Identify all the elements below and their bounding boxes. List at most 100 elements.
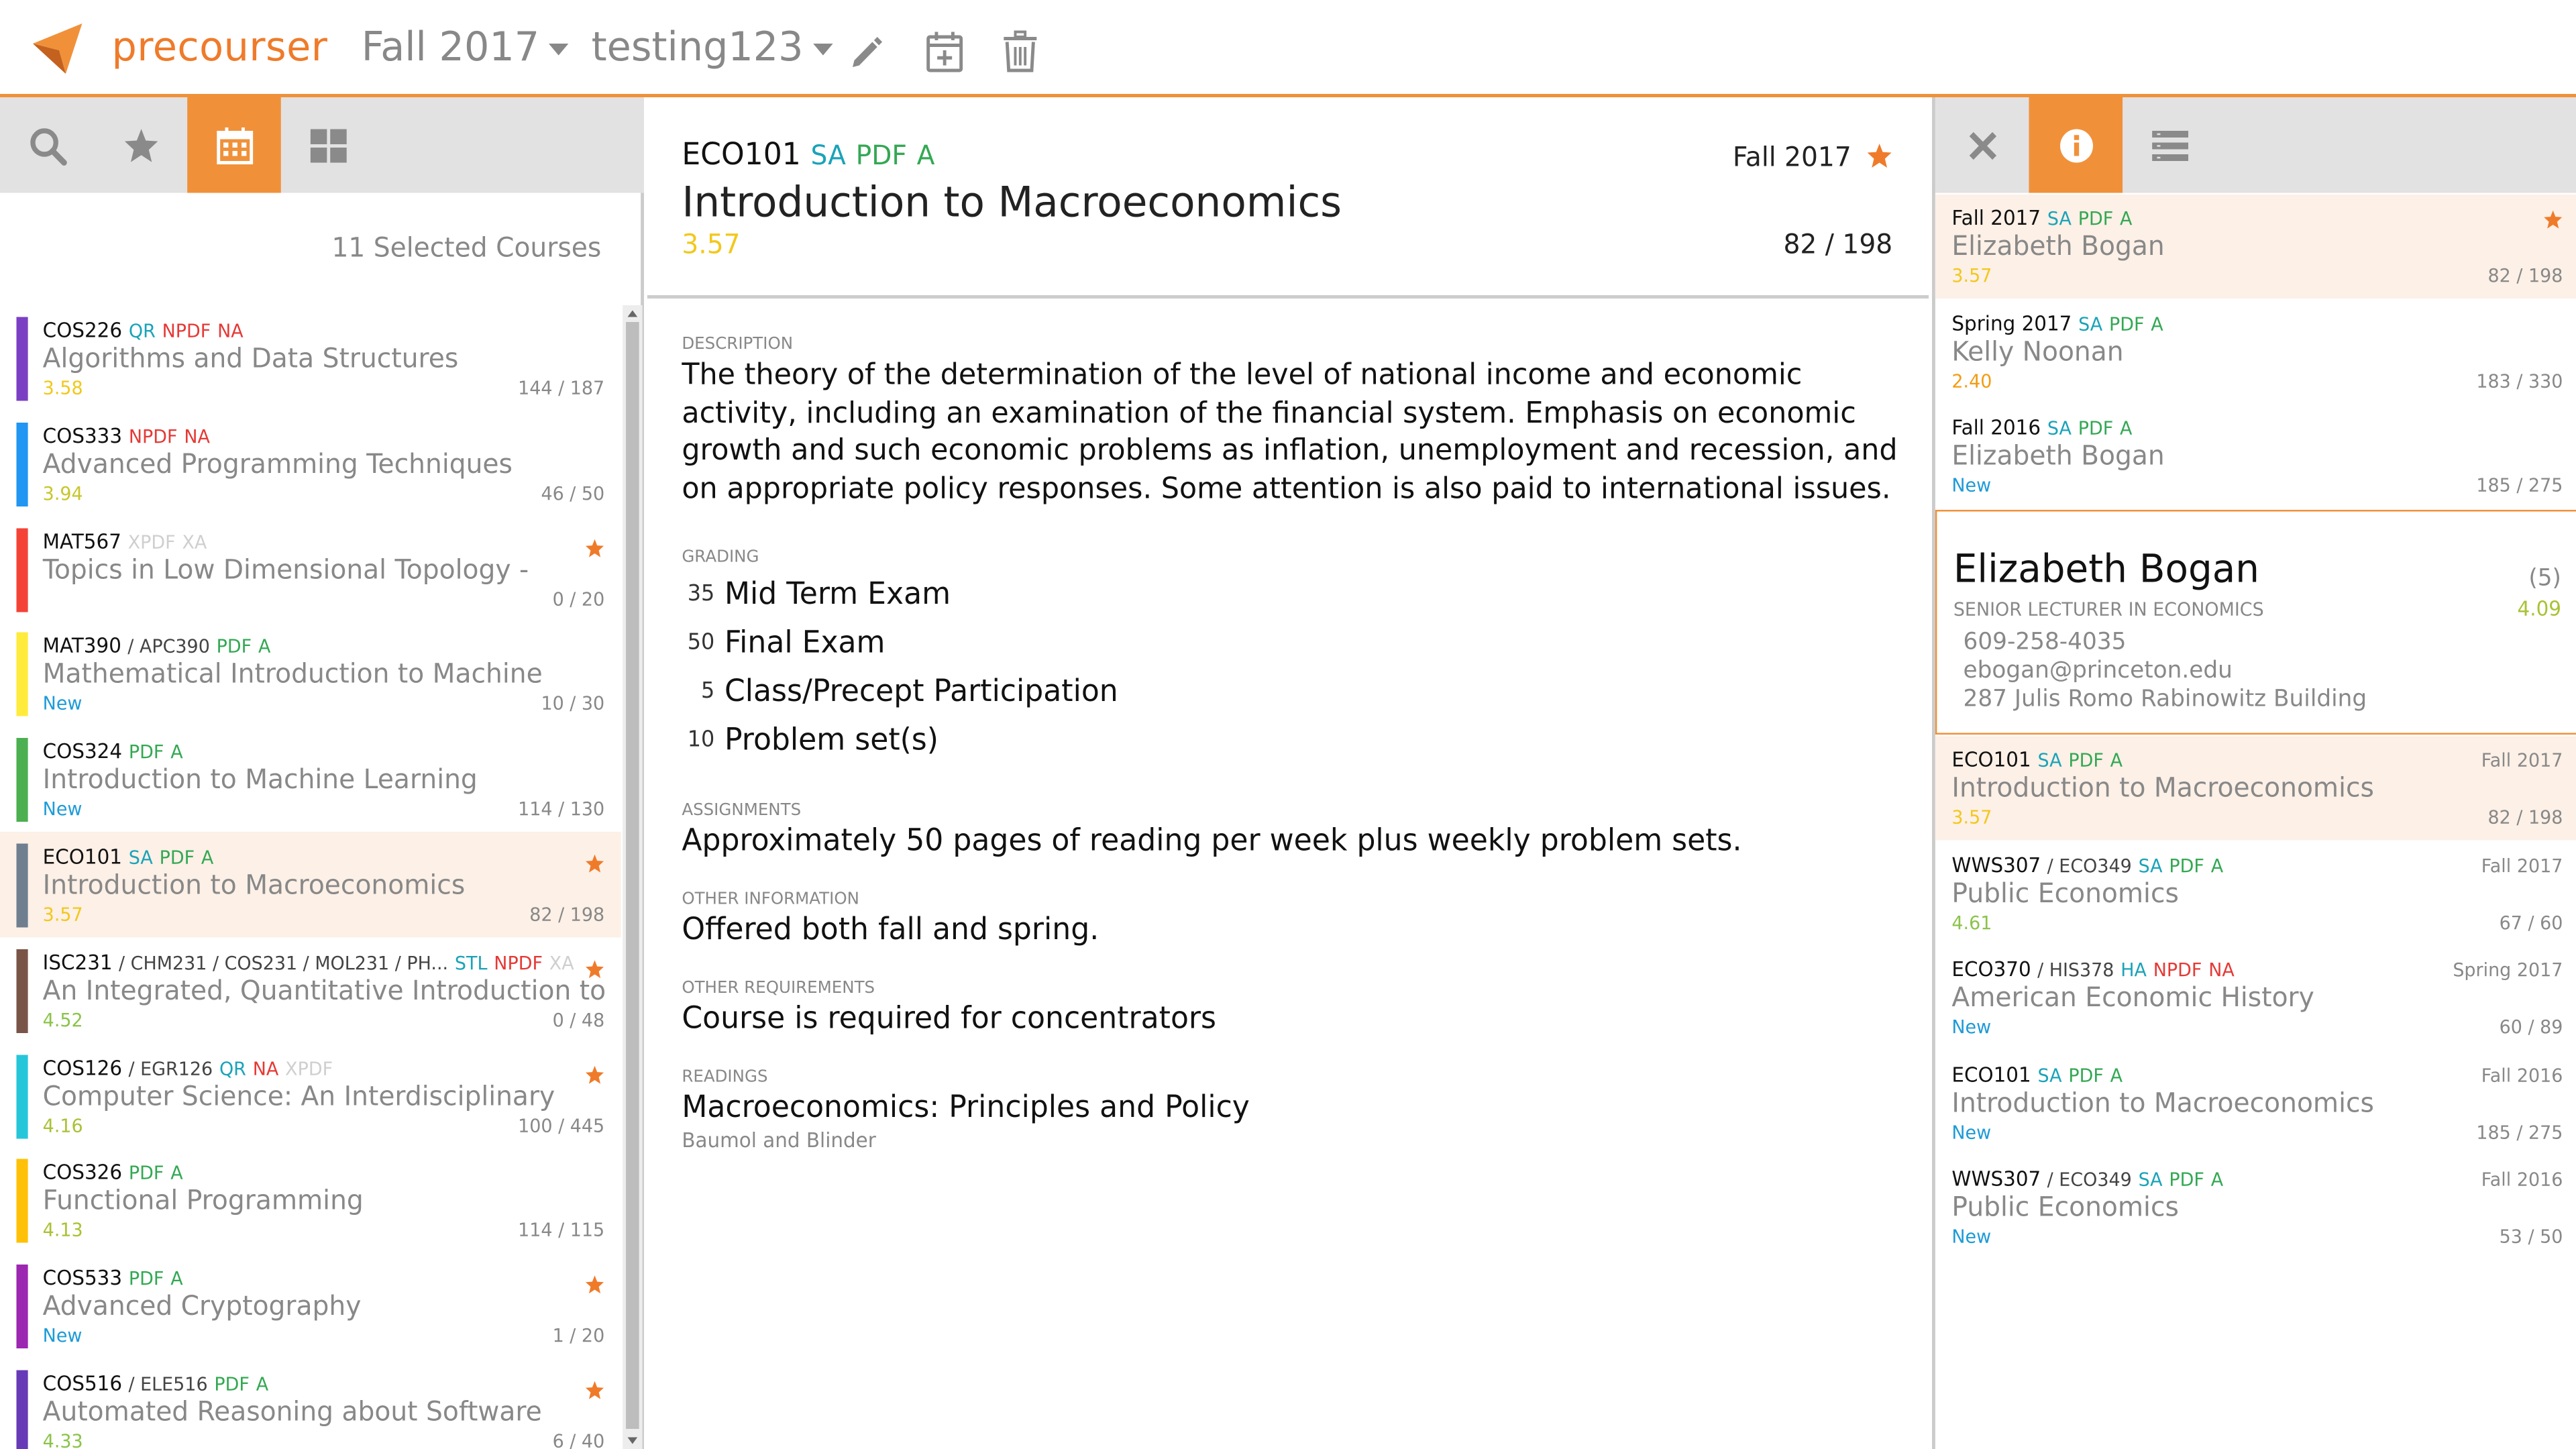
course-code-line: ECO101 SA PDF A — [43, 845, 214, 869]
star-icon[interactable] — [585, 1064, 604, 1084]
course-list-item[interactable]: COS326 PDF A Functional Programming 4.13 114 … — [0, 1148, 621, 1253]
course-code: COS516 — [42, 1371, 123, 1395]
tag-pdf: PDF — [216, 636, 252, 658]
course-list-item[interactable]: COS324 PDF A Introduction to Machine Learni… — [0, 727, 621, 832]
tag-a: A — [170, 1163, 183, 1185]
star-icon[interactable] — [585, 1380, 604, 1400]
instructor-course-item[interactable]: WWS307 / ECO349 SA PDF A Public Economics Fal… — [1935, 1156, 2576, 1260]
offering-enrollment: 183 / 330 — [2476, 370, 2563, 392]
course-title: Functional Programming — [42, 1184, 364, 1217]
right-tab-bar — [1935, 97, 2576, 193]
course-score: 3.57 — [42, 904, 83, 926]
tag-sa: SA — [2138, 1169, 2163, 1191]
tag-a: A — [170, 741, 183, 763]
course-enrollment: 0 / 20 — [552, 588, 605, 610]
past-offering-item[interactable]: Fall 2017 SA PDF A Elizabeth Bogan 3.57 82 / 1… — [1935, 195, 2576, 299]
scroll-down-icon[interactable] — [627, 1437, 638, 1444]
brand-name[interactable]: precourser — [112, 23, 328, 70]
course-title: Introduction to Machine Learning — [42, 763, 478, 796]
star-icon[interactable] — [585, 853, 604, 873]
tab-search[interactable] — [0, 97, 94, 193]
instructor-email[interactable]: ebogan@princeton.edu — [1964, 657, 2367, 686]
star-icon[interactable] — [585, 1275, 604, 1295]
selected-course-list: COS226 QR NPDF NA Algorithms and Data Struct… — [0, 305, 621, 1449]
course-semester: Fall 2017 — [2481, 749, 2563, 772]
course-list-item[interactable]: COS126 / EGR126 QR NA XPDF Computer Science:… — [0, 1042, 621, 1148]
tag-na: NA — [252, 1057, 279, 1079]
star-icon[interactable] — [2543, 210, 2563, 230]
instructor-course-item[interactable]: ECO370 / HIS378 HA NPDF NA American Economic… — [1935, 946, 2576, 1050]
close-button[interactable] — [1935, 97, 2029, 193]
grading-component: Problem set(s) — [724, 722, 938, 759]
course-score: 3.58 — [42, 377, 83, 400]
tab-list-view[interactable] — [2123, 97, 2216, 193]
course-code: ECO370 — [1951, 957, 2031, 981]
tag-sa: SA — [2037, 749, 2062, 772]
tag-sa: SA — [2078, 313, 2103, 335]
tag-qr: QR — [219, 1057, 246, 1079]
tag-xpdf: XPDF — [285, 1057, 333, 1079]
course-semester: Fall 2016 — [2481, 1064, 2563, 1086]
past-offering-item[interactable]: Spring 2017 SA PDF A Kelly Noonan 2.40 183 / 3… — [1935, 299, 2576, 403]
other-requirements-text: Course is required for concentrators — [682, 1001, 1217, 1037]
course-list-item[interactable]: ISC231 / CHM231 / COS231 / MOL231 / PH..… — [0, 937, 621, 1042]
course-code-line: COS324 PDF A — [43, 740, 183, 763]
grading-percent: 50 — [687, 631, 715, 656]
course-title: Mathematical Introduction to Machine — [42, 657, 543, 690]
course-list-item[interactable]: COS516 / ELE516 PDF A Automated Reasoning a… — [0, 1358, 621, 1449]
tag-pdf: PDF — [128, 741, 164, 763]
course-code-line: COS226 QR NPDF NA — [43, 319, 244, 342]
course-color-bar — [16, 633, 28, 717]
course-list-item[interactable]: MAT567 XPDF XA Topics in Low Dimensional To… — [0, 516, 621, 621]
calendar-add-icon[interactable] — [925, 30, 965, 74]
trash-icon[interactable] — [1000, 30, 1040, 74]
past-offering-item[interactable]: Fall 2016 SA PDF A Elizabeth Bogan New 185 / 2… — [1935, 405, 2576, 508]
star-icon[interactable] — [585, 959, 604, 979]
course-code-line: ECO101 SA PDF A — [682, 138, 934, 173]
tab-schedule[interactable] — [187, 97, 281, 193]
course-code-line: MAT567 XPDF XA — [43, 529, 207, 553]
tag-pdf: PDF — [2078, 208, 2114, 230]
course-score: 4.33 — [42, 1430, 83, 1449]
left-panel: 11 Selected Courses COS226 QR NPDF NA Algori… — [0, 97, 645, 1449]
scroll-up-icon[interactable] — [627, 310, 638, 317]
course-list-item[interactable]: COS226 QR NPDF NA Algorithms and Data Struct… — [0, 305, 621, 411]
other-requirements-label: OTHER REQUIREMENTS — [682, 979, 875, 998]
pencil-icon[interactable] — [848, 30, 888, 74]
close-icon — [1968, 131, 1996, 159]
instructor-course-item[interactable]: ECO101 SA PDF A Introduction to Macroeconomi… — [1935, 1051, 2576, 1155]
instructor-course-item[interactable]: WWS307 / ECO349 SA PDF A Public Economics Fal… — [1935, 841, 2576, 945]
course-enrollment: 0 / 48 — [552, 1009, 605, 1031]
star-icon[interactable] — [585, 537, 604, 557]
tab-grid[interactable] — [281, 97, 375, 193]
instructor-course-item[interactable]: ECO101 SA PDF A Introduction to Macroeconomi… — [1935, 736, 2576, 841]
tab-favorites[interactable] — [94, 97, 188, 193]
course-enrollment: 67 / 60 — [2499, 911, 2563, 934]
course-list-item[interactable]: ECO101 SA PDF A Introduction to Macroeconomi… — [0, 831, 621, 937]
schedule-select[interactable]: testing123 — [592, 23, 833, 70]
course-list-scrollbar[interactable] — [623, 305, 643, 1449]
tag-pdf: PDF — [214, 1373, 250, 1395]
offering-semester-line: Fall 2016 SA PDF A — [1951, 416, 2132, 439]
course-list-item[interactable]: COS533 PDF A Advanced Cryptography New 1 / 20 — [0, 1253, 621, 1358]
tag-na: NA — [217, 320, 244, 343]
assignments-label: ASSIGNMENTS — [682, 802, 802, 820]
tag-a: A — [2110, 1064, 2123, 1086]
semester-select[interactable]: Fall 2017 — [362, 23, 570, 70]
star-icon[interactable] — [1866, 143, 1892, 170]
course-title: Public Economics — [1951, 1191, 2179, 1223]
tag-stl: STL — [454, 952, 488, 974]
tag-a: A — [2120, 208, 2133, 230]
tag-a: A — [170, 1268, 183, 1290]
course-list-item[interactable]: COS333 NPDF NA Advanced Programming Techniq… — [0, 411, 621, 516]
tag-sa: SA — [2047, 208, 2072, 230]
scroll-thumb[interactable] — [626, 322, 639, 1429]
tab-info[interactable] — [2029, 97, 2123, 193]
offering-semester-line: Fall 2017 SA PDF A — [1951, 207, 2132, 230]
other-info-label: OTHER INFORMATION — [682, 890, 859, 910]
tag-xa: XA — [549, 952, 574, 974]
course-enrollment: 6 / 40 — [552, 1430, 605, 1449]
course-title: Advanced Programming Techniques — [42, 447, 513, 480]
offering-semester: Spring 2017 — [1951, 311, 2072, 335]
course-list-item[interactable]: MAT390 / APC390 PDF A Mathematical Introduc… — [0, 621, 621, 727]
